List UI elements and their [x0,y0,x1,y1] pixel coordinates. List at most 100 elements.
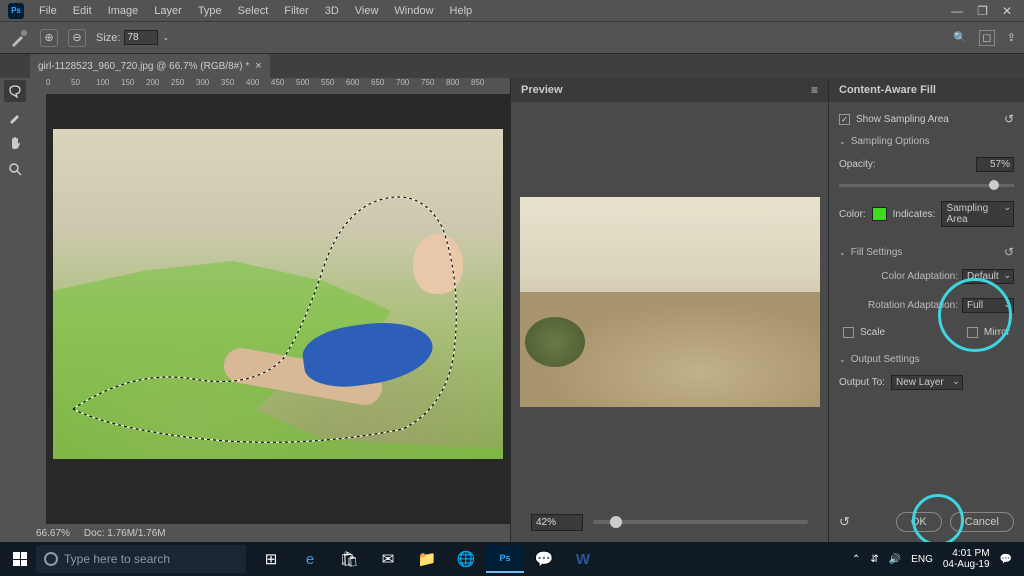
mirror-label: Mirror [984,327,1010,338]
search-placeholder: Type here to search [64,552,170,566]
ruler-tick: 550 [321,78,346,94]
mirror-checkbox[interactable] [967,327,978,338]
restore-icon[interactable]: ❐ [977,4,988,18]
mail-icon[interactable]: ✉ [369,545,407,573]
menu-window[interactable]: Window [387,3,440,19]
network-icon[interactable]: ⇵ [870,554,878,565]
minimize-icon[interactable]: — [951,4,963,18]
notifications-icon[interactable]: 💬 [1000,554,1012,565]
panel-footer: ↺ OK Cancel [829,502,1024,542]
photoshop-logo-icon: Ps [8,3,24,19]
ruler-tick: 50 [71,78,96,94]
ruler-tick: 300 [196,78,221,94]
opacity-slider-thumb[interactable] [989,180,999,190]
language-indicator[interactable]: ENG [911,554,933,565]
store-icon[interactable]: 🛍 [330,545,368,573]
menu-type[interactable]: Type [191,3,229,19]
ok-button[interactable]: OK [896,512,942,532]
menu-layer[interactable]: Layer [147,3,189,19]
hand-tool[interactable] [4,132,26,154]
lasso-tool[interactable] [4,80,26,102]
size-chevron-icon[interactable]: ⌄ [162,33,169,42]
output-to-dropdown[interactable]: New Layer [891,375,963,390]
indicates-dropdown[interactable]: Sampling Area [941,201,1014,227]
left-toolbar [0,78,30,542]
add-to-sample-button[interactable]: ⊕ [40,29,58,47]
opacity-slider[interactable] [839,184,1014,187]
menu-view[interactable]: View [348,3,386,19]
tab-close-icon[interactable]: × [255,60,261,72]
ruler-tick: 750 [421,78,446,94]
zoom-level[interactable]: 66.67% [36,528,70,539]
chevron-down-icon: ⌄ [839,248,846,257]
rotation-adaptation-dropdown[interactable]: Full [962,298,1014,313]
show-sampling-checkbox[interactable] [839,114,850,125]
panel-title: Content-Aware Fill [829,78,1024,102]
fill-settings-header[interactable]: ⌄ Fill Settings ↺ [839,245,1014,259]
cancel-button[interactable]: Cancel [950,512,1014,532]
scale-checkbox[interactable] [843,327,854,338]
preview-zoom-input[interactable] [531,514,583,531]
ruler-tick: 650 [371,78,396,94]
ruler-tick: 150 [121,78,146,94]
preview-menu-icon[interactable]: ≡ [811,83,818,97]
document-tab-title: girl-1128523_960_720.jpg @ 66.7% (RGB/8#… [38,61,249,72]
reset-fill-icon[interactable]: ↺ [1004,245,1014,259]
menu-select[interactable]: Select [231,3,276,19]
volume-icon[interactable]: 🔊 [889,554,901,565]
reset-all-icon[interactable]: ↺ [839,514,850,530]
subtract-from-sample-button[interactable]: ⊖ [68,29,86,47]
edge-browser-icon[interactable]: e [291,545,329,573]
sampling-brush-tool[interactable] [4,106,26,128]
ruler-tick: 100 [96,78,121,94]
ruler-tick: 800 [446,78,471,94]
menu-filter[interactable]: Filter [277,3,315,19]
taskbar-search[interactable]: Type here to search [36,545,246,573]
windows-logo-icon [13,552,27,566]
zoom-tool[interactable] [4,158,26,180]
menu-file[interactable]: File [32,3,64,19]
sampling-options-header[interactable]: ⌄ Sampling Options [839,136,1014,147]
chrome-icon[interactable]: 🌐 [447,545,485,573]
search-icon[interactable]: 🔍 [953,31,967,44]
panel-body: Show Sampling Area ↺ ⌄ Sampling Options … [829,102,1024,400]
close-icon[interactable]: ✕ [1002,4,1012,18]
ruler-tick: 850 [471,78,496,94]
output-settings-label: Output Settings [851,354,920,365]
sampling-brush-tool-icon[interactable] [8,27,30,49]
preview-zoom-slider[interactable] [593,520,808,524]
color-adaptation-label: Color Adaptation: [881,271,958,282]
opacity-value[interactable]: 57% [976,157,1014,172]
file-explorer-icon[interactable]: 📁 [408,545,446,573]
chevron-down-icon: ⌄ [839,355,846,364]
screen-mode-icon[interactable]: ◻ [979,30,995,46]
share-icon[interactable]: ⇪ [1007,31,1016,44]
sampling-color-swatch[interactable] [872,207,887,221]
word-icon[interactable]: W [564,545,602,573]
ruler-tick: 600 [346,78,371,94]
menu-image[interactable]: Image [101,3,146,19]
date-text: 04-Aug-19 [943,559,990,570]
output-settings-header[interactable]: ⌄ Output Settings [839,354,1014,365]
color-adaptation-dropdown[interactable]: Default [962,269,1014,284]
task-view-icon[interactable]: ⊞ [252,545,290,573]
workspace-controls: 🔍 ◻ ⇪ [953,30,1016,46]
reset-sampling-icon[interactable]: ↺ [1004,112,1014,126]
canvas-image [53,129,503,459]
menu-edit[interactable]: Edit [66,3,99,19]
rotation-adaptation-label: Rotation Adaptation: [868,300,958,311]
ruler-tick: 450 [271,78,296,94]
content-aware-fill-panel: Content-Aware Fill Show Sampling Area ↺ … [828,78,1024,542]
preview-body[interactable] [511,102,828,502]
document-tab[interactable]: girl-1128523_960_720.jpg @ 66.7% (RGB/8#… [30,54,270,78]
start-button[interactable] [6,545,34,573]
menu-help[interactable]: Help [443,3,480,19]
menu-3d[interactable]: 3D [318,3,346,19]
app-icon[interactable]: 💬 [525,545,563,573]
tray-chevron-icon[interactable]: ⌃ [852,554,860,565]
zoom-slider-thumb[interactable] [610,516,622,528]
photoshop-taskbar-icon[interactable]: Ps [486,545,524,573]
canvas-view[interactable] [46,94,510,524]
clock[interactable]: 4:01 PM 04-Aug-19 [943,548,990,570]
brush-size-input[interactable] [124,30,158,45]
